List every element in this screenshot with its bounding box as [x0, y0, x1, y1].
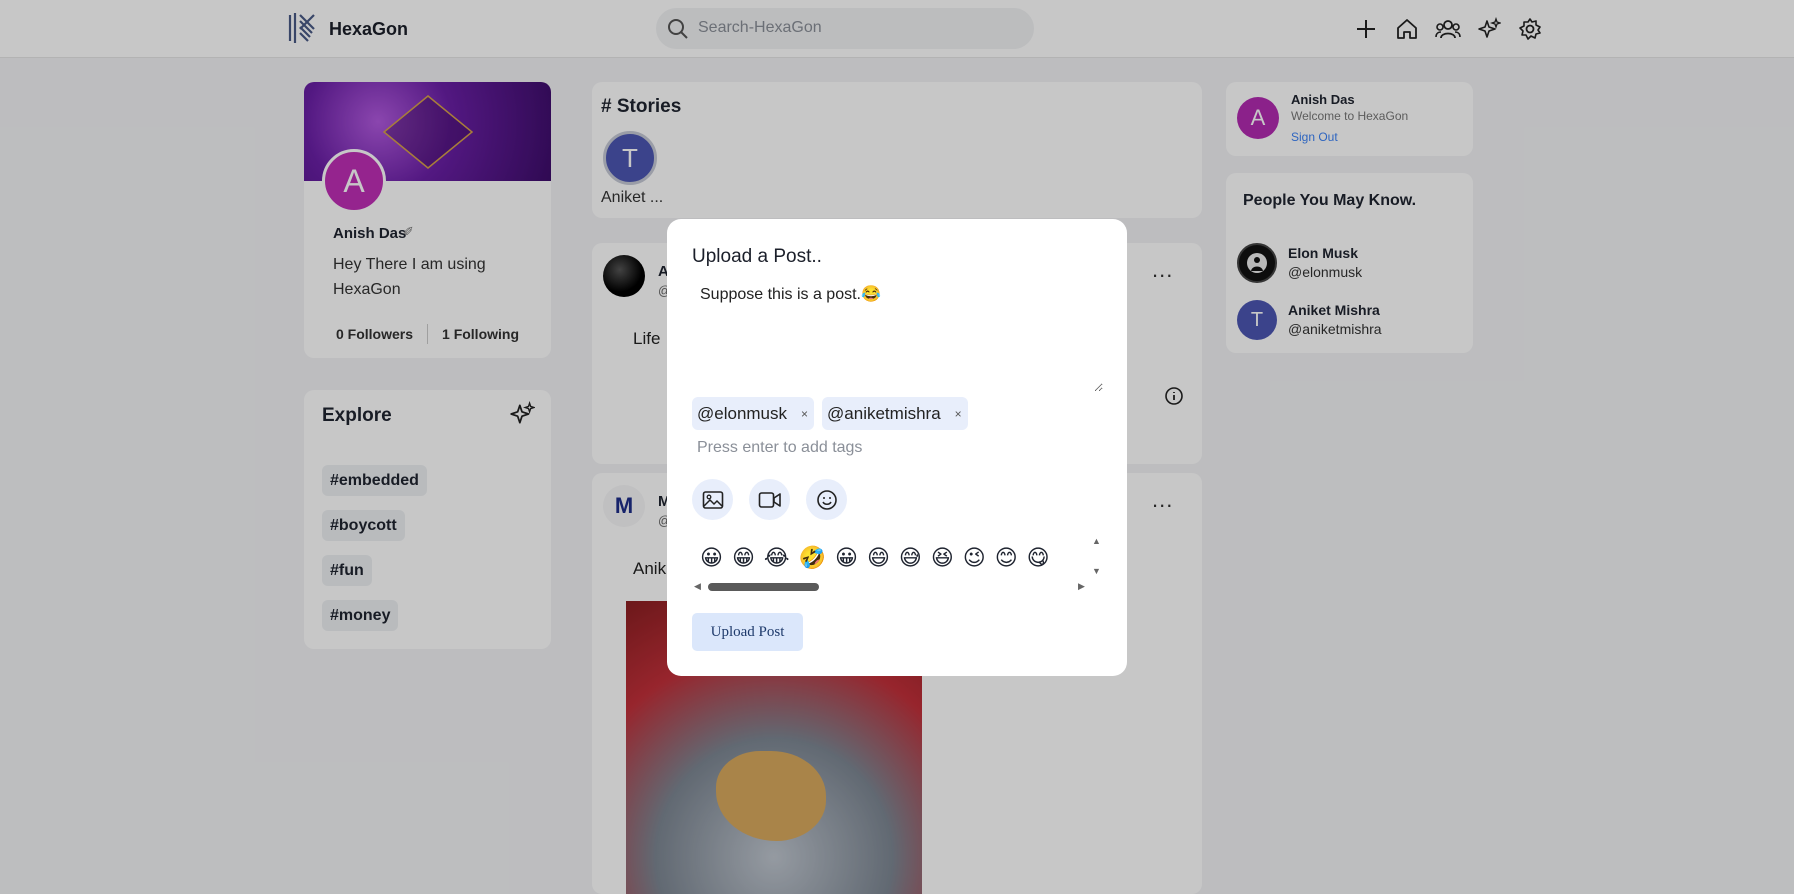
emoji-option[interactable]: 😂 — [764, 545, 790, 571]
emoji-option[interactable]: 😁 — [732, 545, 755, 571]
emoji-option[interactable]: 😀 — [835, 545, 858, 571]
horizontal-scrollbar[interactable]: ◀ ▶ — [692, 580, 1090, 593]
scroll-up-icon[interactable]: ▲ — [1092, 536, 1101, 546]
image-upload-button[interactable] — [692, 479, 733, 520]
remove-tag-icon[interactable]: × — [801, 407, 808, 421]
emoji-option[interactable]: 😀 — [700, 545, 723, 571]
remove-tag-icon[interactable]: × — [955, 407, 962, 421]
scroll-down-icon[interactable]: ▼ — [1092, 566, 1101, 576]
tag-chip: @elonmusk × — [692, 397, 815, 430]
tag-input[interactable] — [697, 435, 997, 461]
emoji-option[interactable]: 😅 — [899, 545, 922, 571]
emoji-button[interactable] — [806, 479, 847, 520]
emoji-option[interactable]: 😋 — [1027, 545, 1050, 571]
emoji-option[interactable]: 🤣 — [799, 545, 826, 571]
scroll-left-icon[interactable]: ◀ — [694, 581, 701, 592]
scroll-right-icon[interactable]: ▶ — [1078, 581, 1085, 592]
video-icon — [758, 491, 781, 508]
emoji-option[interactable]: 😆 — [931, 545, 954, 571]
upload-post-button[interactable]: Upload Post — [692, 613, 803, 651]
emoji-picker: 😀 😁 😂 🤣 😀 😄 😅 😆 😉 😊 😋 ▲ ▼ ◀ ▶ — [692, 536, 1103, 596]
post-text-input[interactable]: Suppose this is a post.😂 — [692, 276, 1103, 392]
upload-post-modal: Upload a Post.. Suppose this is a post.😂… — [667, 219, 1127, 676]
image-icon — [702, 490, 723, 509]
vertical-scrollbar[interactable]: ▲ ▼ — [1090, 536, 1103, 580]
tag-list: @elonmusk × @aniketmishra × — [692, 397, 968, 430]
emoji-option[interactable]: 😊 — [995, 545, 1018, 571]
media-buttons — [692, 479, 847, 520]
tag-label: @aniketmishra — [827, 403, 941, 423]
emoji-option[interactable]: 😄 — [867, 545, 890, 571]
tag-chip: @aniketmishra × — [822, 397, 968, 430]
modal-title: Upload a Post.. — [692, 246, 822, 267]
emoji-list: 😀 😁 😂 🤣 😀 😄 😅 😆 😉 😊 😋 — [700, 545, 1050, 571]
video-upload-button[interactable] — [749, 479, 790, 520]
emoji-option[interactable]: 😉 — [963, 545, 986, 571]
tag-label: @elonmusk — [697, 403, 788, 423]
smiley-icon — [816, 489, 837, 510]
scroll-thumb[interactable] — [708, 583, 819, 591]
